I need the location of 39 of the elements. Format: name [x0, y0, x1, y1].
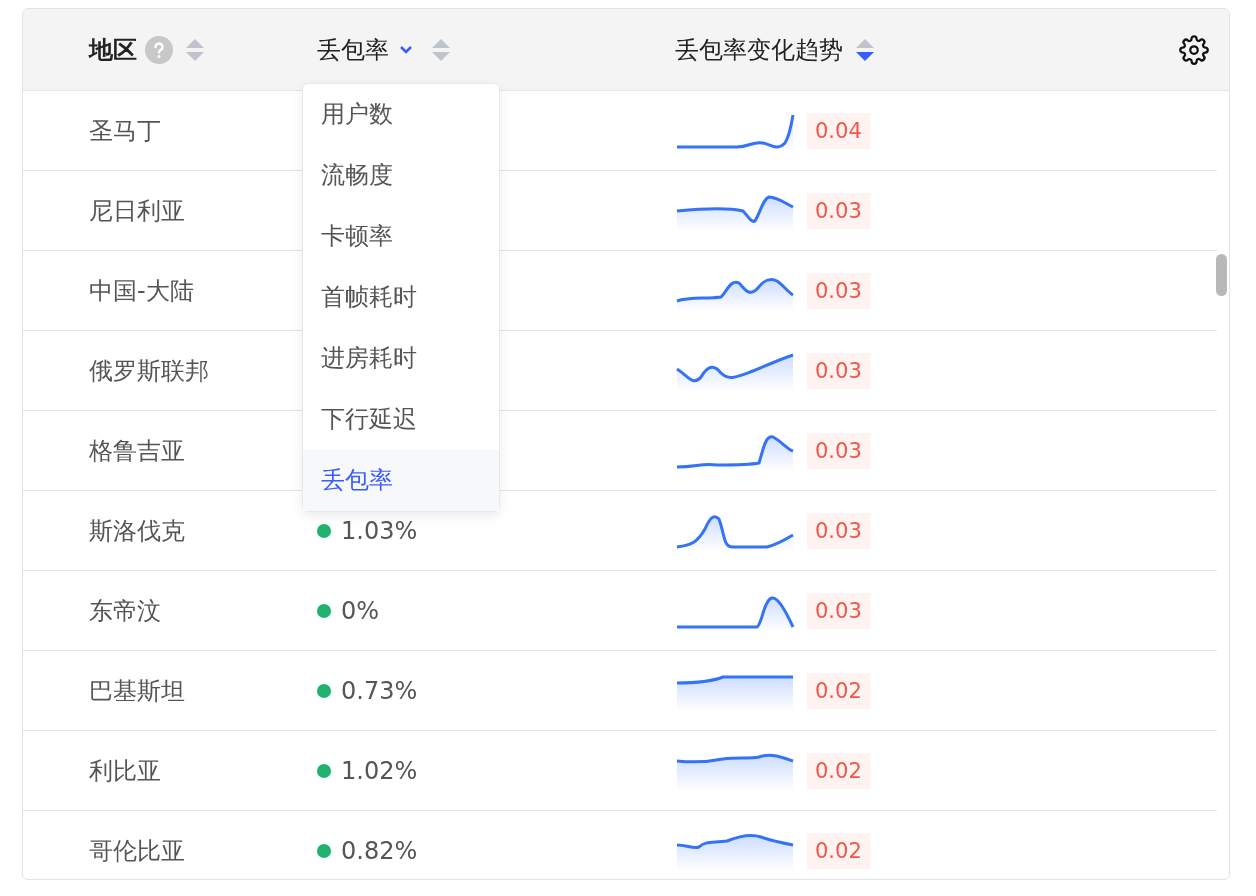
table-cell-text: 格鲁吉亚 — [89, 435, 185, 467]
menu-item[interactable]: 下行延迟 — [303, 389, 499, 450]
menu-item[interactable]: 进房耗时 — [303, 328, 499, 389]
menu-item[interactable]: 用户数 — [303, 84, 499, 145]
table-cell-text: 尼日利亚 — [89, 195, 185, 227]
change-value: 0.03 — [807, 192, 870, 229]
change-value: 0.03 — [807, 432, 870, 469]
column-header: 丢包率变化趋势 — [675, 34, 843, 66]
column-header: 地区 — [89, 34, 137, 66]
change-value: 0.04 — [807, 112, 870, 149]
table-cell-text: 巴基斯坦 — [89, 675, 185, 707]
change-value: 0.03 — [807, 592, 870, 629]
change-value: 0.02 — [807, 832, 870, 869]
table-cell-text: 斯洛伐克 — [89, 515, 185, 547]
change-value: 0.02 — [807, 752, 870, 789]
change-value: 0.03 — [807, 272, 870, 309]
table-cell-text: 东帝汶 — [89, 595, 161, 627]
settings-icon[interactable] — [1179, 34, 1209, 65]
table-cell: 0.73% — [341, 676, 418, 705]
sort-icon[interactable] — [855, 37, 875, 62]
column-header: 丢包率 — [317, 34, 389, 66]
table-cell: 1.03% — [341, 516, 418, 545]
scrollbar-thumb[interactable] — [1216, 254, 1227, 296]
menu-item[interactable]: 首帧耗时 — [303, 267, 499, 328]
table-cell: 0.82% — [341, 836, 418, 865]
table-cell-text: 哥伦比亚 — [89, 835, 185, 867]
change-value: 0.03 — [807, 352, 870, 389]
table-cell-text: 俄罗斯联邦 — [89, 355, 209, 387]
table-cell: 0% — [341, 596, 380, 625]
table-cell-text: 中国-大陆 — [89, 275, 194, 307]
menu-item[interactable]: 丢包率 — [303, 450, 499, 511]
menu-item[interactable]: 卡顿率 — [303, 206, 499, 267]
change-value: 0.03 — [807, 512, 870, 549]
dropdown-caret-icon[interactable] — [399, 44, 413, 55]
table-cell-text: 圣马丁 — [89, 115, 161, 147]
change-value: 0.02 — [807, 672, 870, 709]
menu-item[interactable]: 流畅度 — [303, 145, 499, 206]
table-cell: 1.02% — [341, 756, 418, 785]
table-cell-text: 利比亚 — [89, 755, 161, 787]
